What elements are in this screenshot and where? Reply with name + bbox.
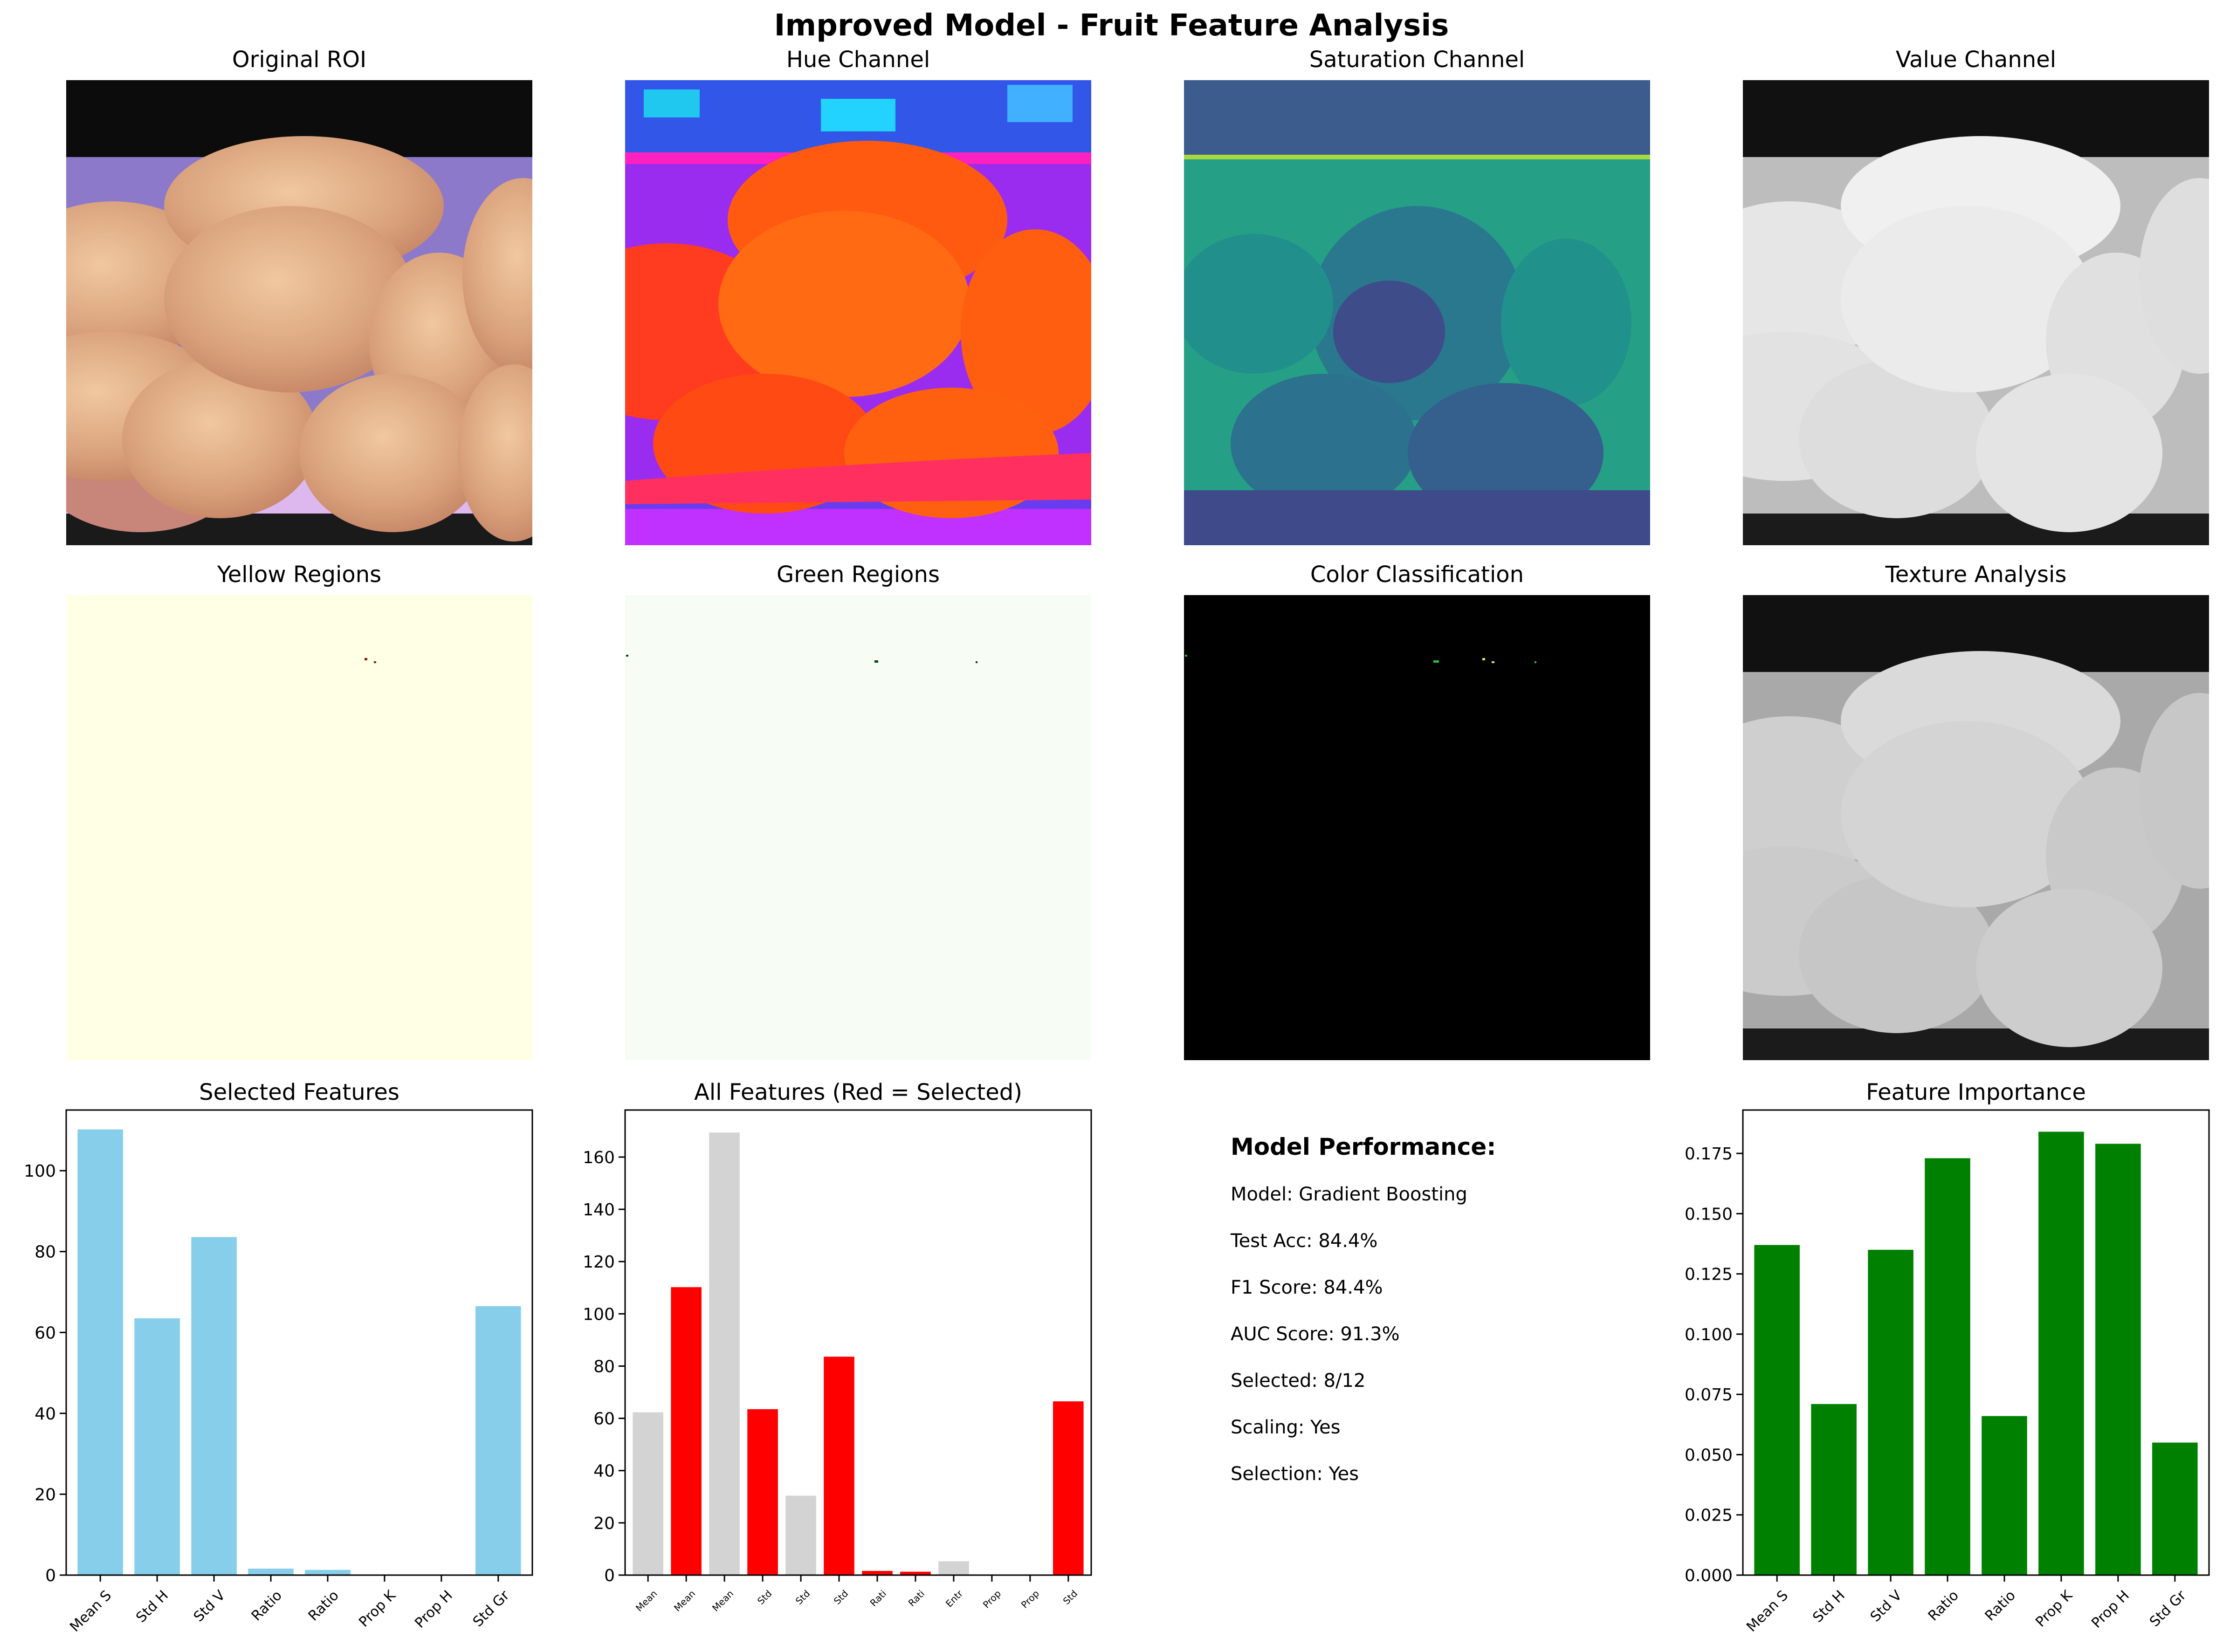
- bar: [1053, 1401, 1084, 1575]
- y-tick-label: 0: [45, 1566, 56, 1585]
- x-tick-label: Std: [793, 1588, 812, 1606]
- x-tick-label: Mean: [672, 1588, 698, 1614]
- y-tick-label: 100: [583, 1305, 615, 1324]
- y-tick-label: 0.150: [1685, 1205, 1733, 1224]
- bar: [1982, 1416, 2027, 1575]
- x-tick-label: Std V: [191, 1587, 229, 1625]
- bar: [824, 1357, 854, 1575]
- bar: [191, 1237, 237, 1575]
- y-tick-label: 100: [24, 1162, 56, 1181]
- x-tick-label: Std H: [133, 1587, 172, 1626]
- y-tick-label: 160: [583, 1148, 615, 1167]
- bar: [475, 1306, 521, 1575]
- chart-title: Selected Features: [199, 1079, 399, 1105]
- y-tick-label: 20: [593, 1514, 615, 1533]
- bar: [2152, 1442, 2198, 1575]
- x-tick-label: Mean S: [67, 1587, 115, 1635]
- y-tick-label: 40: [593, 1462, 615, 1481]
- bar: [248, 1569, 294, 1575]
- performance-line: Scaling: Yes: [1231, 1417, 1341, 1438]
- x-tick-label: Ratio: [305, 1587, 342, 1624]
- performance-heading: Model Performance:: [1231, 1133, 1496, 1160]
- performance-line: Test Acc: 84.4%: [1231, 1230, 1378, 1252]
- bar: [938, 1561, 969, 1575]
- bar: [633, 1412, 663, 1575]
- performance-line: AUC Score: 91.3%: [1231, 1323, 1400, 1345]
- y-tick-label: 60: [593, 1410, 615, 1429]
- x-tick-label: Std: [832, 1588, 850, 1606]
- bar: [747, 1409, 778, 1575]
- bar: [77, 1129, 123, 1575]
- performance-line: Model: Gradient Boosting: [1231, 1184, 1467, 1205]
- x-tick-label: Prop K: [356, 1587, 399, 1630]
- y-tick-label: 60: [34, 1323, 56, 1343]
- bar: [1811, 1404, 1857, 1575]
- x-tick-label: Std V: [1867, 1587, 1906, 1625]
- bar: [785, 1495, 816, 1575]
- x-tick-label: Prop K: [2032, 1587, 2076, 1630]
- x-tick-label: Entr: [943, 1588, 965, 1610]
- y-tick-label: 0.175: [1685, 1145, 1733, 1164]
- y-tick-label: 80: [34, 1243, 56, 1262]
- x-tick-label: Rati: [906, 1588, 927, 1609]
- x-tick-label: Std H: [1810, 1587, 1848, 1626]
- chart-title: All Features (Red = Selected): [694, 1079, 1022, 1105]
- y-tick-label: 0.050: [1685, 1446, 1733, 1465]
- performance-line: Selected: 8/12: [1231, 1370, 1366, 1392]
- y-tick-label: 120: [583, 1253, 615, 1272]
- y-tick-label: 20: [34, 1485, 56, 1504]
- x-tick-label: Ratio: [248, 1587, 285, 1624]
- bar: [709, 1132, 740, 1575]
- x-tick-label: Prop H: [412, 1587, 456, 1631]
- y-tick-label: 0.125: [1685, 1265, 1733, 1284]
- x-tick-label: Prop H: [2088, 1587, 2133, 1631]
- x-tick-label: Std Gr: [470, 1587, 513, 1630]
- bar: [305, 1570, 351, 1575]
- x-tick-label: Std: [1061, 1588, 1080, 1606]
- y-tick-label: 0.075: [1685, 1385, 1733, 1405]
- x-tick-label: Prop: [981, 1588, 1003, 1610]
- performance-line: F1 Score: 84.4%: [1231, 1277, 1383, 1298]
- x-tick-label: Std: [755, 1588, 774, 1606]
- bar: [2095, 1144, 2141, 1575]
- bar: [1754, 1245, 1800, 1575]
- y-tick-label: 40: [34, 1405, 56, 1424]
- x-tick-label: Mean: [710, 1588, 736, 1614]
- y-tick-label: 0.100: [1685, 1325, 1733, 1344]
- x-tick-label: Mean S: [1743, 1587, 1791, 1635]
- x-tick-label: Ratio: [1982, 1587, 2019, 1624]
- y-tick-label: 80: [593, 1357, 615, 1376]
- y-tick-label: 140: [583, 1200, 615, 1220]
- x-tick-label: Rati: [868, 1588, 889, 1609]
- bar: [1868, 1249, 1913, 1575]
- x-tick-label: Std Gr: [2147, 1587, 2189, 1630]
- y-tick-label: 0: [604, 1566, 615, 1585]
- bar: [671, 1287, 702, 1575]
- x-tick-label: Mean: [633, 1588, 660, 1614]
- x-tick-label: Ratio: [1925, 1587, 1962, 1624]
- performance-line: Selection: Yes: [1231, 1463, 1359, 1485]
- bar: [1925, 1158, 1970, 1575]
- chart-title: Feature Importance: [1866, 1079, 2086, 1105]
- charts-layer: Selected Features 0 20 40 60 80 100 Mean S Std H…: [24, 1079, 2210, 1635]
- bar: [2038, 1131, 2084, 1575]
- bar: [134, 1318, 180, 1575]
- x-tick-label: Prop: [1019, 1588, 1041, 1610]
- y-tick-label: 0.025: [1685, 1506, 1733, 1525]
- y-tick-label: 0.000: [1685, 1566, 1733, 1585]
